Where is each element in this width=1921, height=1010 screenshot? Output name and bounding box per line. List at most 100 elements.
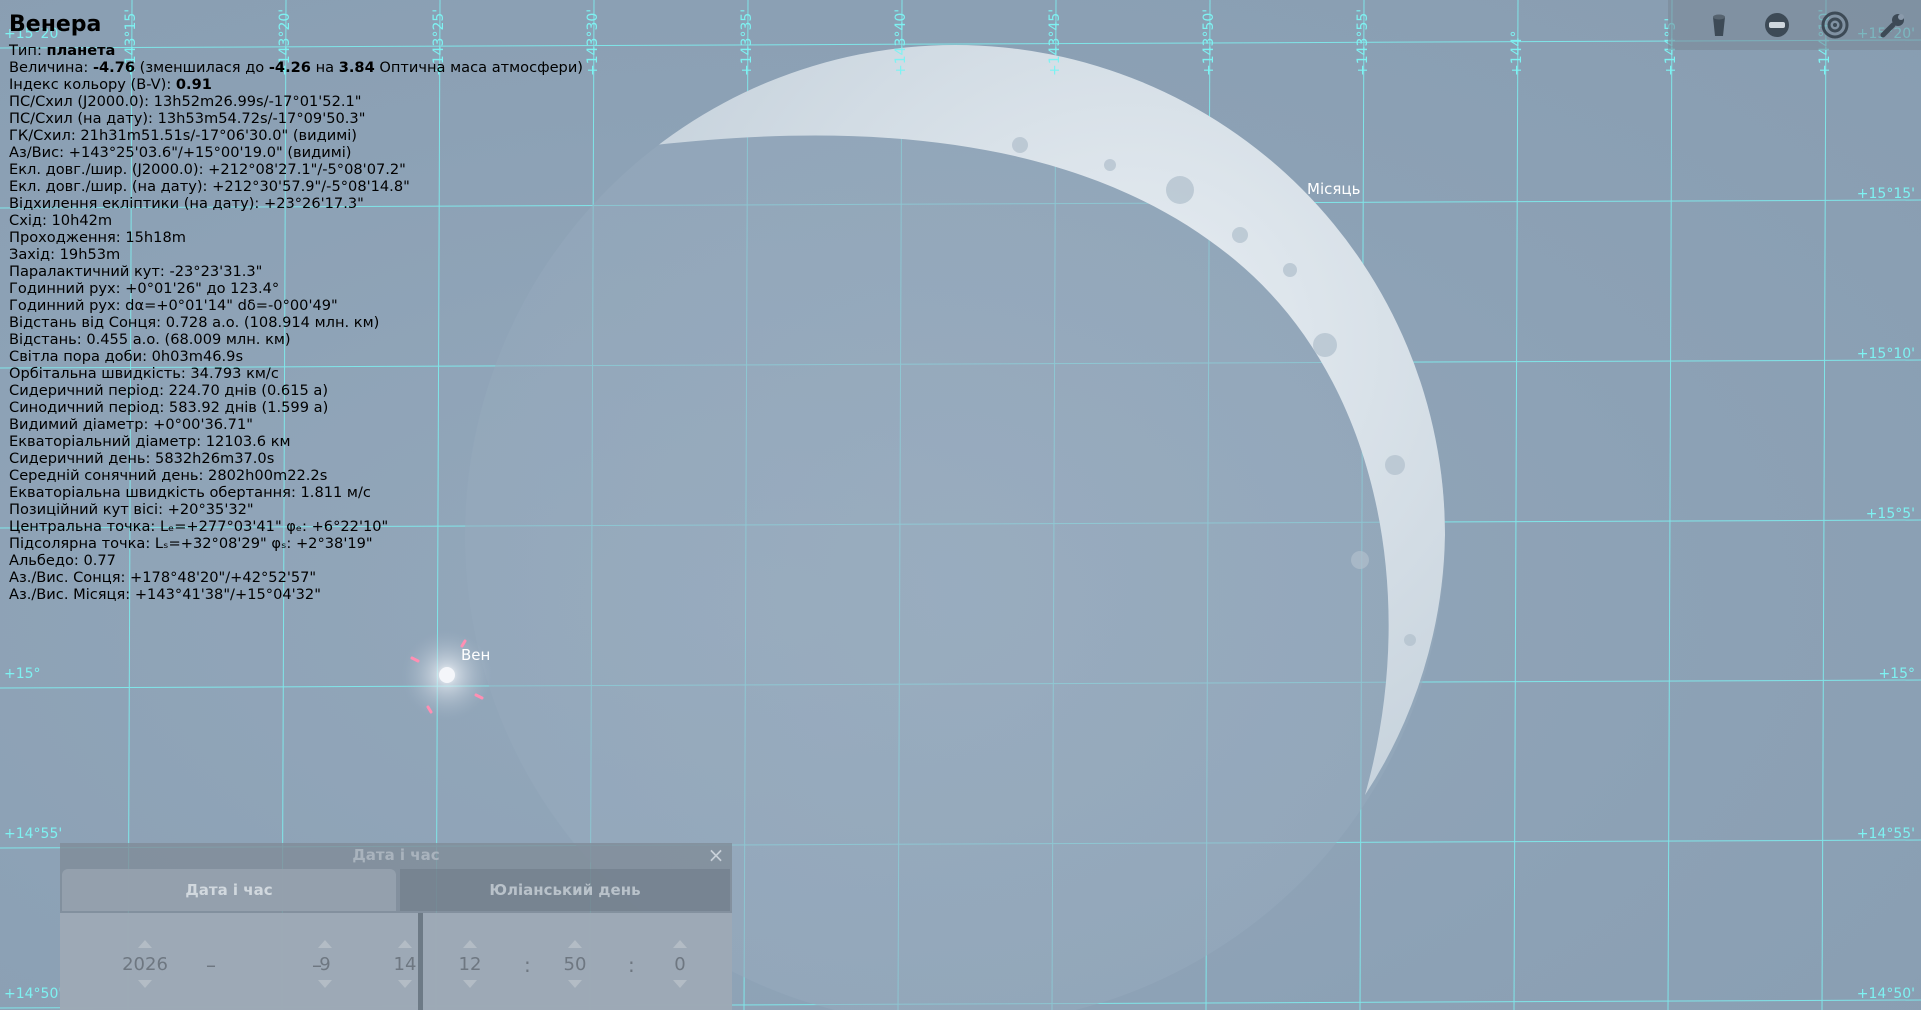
info-line: Аз/Вис: +143°25'03.6"/+15°00'19.0" (види… bbox=[9, 144, 583, 161]
year-increase-icon[interactable] bbox=[138, 940, 152, 948]
info-text: Тип: bbox=[9, 42, 47, 59]
info-line: Екваторіальна швидкість обертання: 1.811… bbox=[9, 484, 583, 501]
info-line: Годинний рух: dα=+0°01'14" dδ=-0°00'49" bbox=[9, 297, 583, 314]
dialog-title[interactable]: Дата і час bbox=[60, 843, 732, 867]
info-text: Годинний рух: dα=+0°01'14" dδ=-0°00'49" bbox=[9, 297, 338, 314]
info-text: Екваторіальна швидкість обертання: 1.811… bbox=[9, 484, 371, 501]
trash-button[interactable] bbox=[1702, 8, 1736, 42]
info-text: Паралактичний кут: -23°23'31.3" bbox=[9, 263, 263, 280]
info-line: Центральна точка: Lₑ=+277°03'41" φₑ: +6°… bbox=[9, 518, 583, 535]
info-text: Схід: 10h42m bbox=[9, 212, 113, 229]
close-icon[interactable]: × bbox=[706, 845, 726, 865]
info-text: Середній сонячний день: 2802h00m22.2s bbox=[9, 467, 328, 484]
minute-increase-icon[interactable] bbox=[568, 940, 582, 948]
stop-button[interactable] bbox=[1760, 8, 1794, 42]
altitude-label: +15° bbox=[4, 666, 41, 682]
year-spinner[interactable]: 2026 bbox=[100, 938, 190, 988]
info-value: -4.26 bbox=[268, 59, 311, 76]
info-line: Позиційний кут вісі: +20°35'32" bbox=[9, 501, 583, 518]
hour-value: 12 bbox=[458, 954, 482, 975]
info-line: Екл. довг./шир. (на дату): +212°30'57.9"… bbox=[9, 178, 583, 195]
altitude-label: +14°50' bbox=[4, 986, 63, 1002]
second-value: 0 bbox=[674, 954, 686, 975]
date-separator: – bbox=[312, 953, 322, 977]
info-text: Видимий діаметр: +0°00'36.71" bbox=[9, 416, 253, 433]
tab-date-time[interactable]: Дата і час bbox=[62, 869, 396, 911]
top-toolbar bbox=[1668, 0, 1921, 50]
time-separator: : bbox=[524, 953, 531, 977]
stop-icon bbox=[1765, 13, 1789, 37]
info-text: Аз/Вис: +143°25'03.6"/+15°00'19.0" (види… bbox=[9, 144, 352, 161]
info-text: Проходження: 15h18m bbox=[9, 229, 186, 246]
minute-value: 50 bbox=[563, 954, 587, 975]
month-spinner[interactable]: 9 bbox=[290, 938, 360, 988]
settings-button[interactable] bbox=[1876, 8, 1910, 42]
info-line: Паралактичний кут: -23°23'31.3" bbox=[9, 263, 583, 280]
month-decrease-icon[interactable] bbox=[318, 980, 332, 988]
info-text: Екваторіальний діаметр: 12103.6 км bbox=[9, 433, 291, 450]
info-value: 0.91 bbox=[175, 76, 212, 93]
info-line: Синодичний період: 583.92 днів (1.599 а) bbox=[9, 399, 583, 416]
tab-julian-day[interactable]: Юліанський день bbox=[400, 869, 730, 911]
info-text: Сидеричний день: 5832h26m37.0s bbox=[9, 450, 275, 467]
info-text: Синодичний період: 583.92 днів (1.599 а) bbox=[9, 399, 329, 416]
info-line: Альбедо: 0.77 bbox=[9, 552, 583, 569]
second-decrease-icon[interactable] bbox=[673, 980, 687, 988]
info-text: Величина: bbox=[9, 59, 93, 76]
wrench-icon bbox=[1880, 14, 1904, 38]
info-line: Світла пора доби: 0h03m46.9s bbox=[9, 348, 583, 365]
info-text: Центральна точка: Lₑ=+277°03'41" φₑ: +6°… bbox=[9, 518, 389, 535]
minute-spinner[interactable]: 50 bbox=[540, 938, 610, 988]
info-line: Аз./Вис. Сонця: +178°48'20"/+42°52'57" bbox=[9, 569, 583, 586]
azimuth-label: +143°45' bbox=[1047, 8, 1063, 76]
hour-increase-icon[interactable] bbox=[463, 940, 477, 948]
info-text: ПС/Схил (J2000.0): 13h52m26.99s/-17°01'5… bbox=[9, 93, 362, 110]
object-info-lines: Тип: планета Величина: -4.76 (зменшилася … bbox=[9, 42, 583, 603]
info-text: Відстань: 0.455 а.о. (68.009 млн. км) bbox=[9, 331, 291, 348]
info-value: -4.76 bbox=[92, 59, 136, 76]
target-button[interactable] bbox=[1818, 8, 1852, 42]
day-increase-icon[interactable] bbox=[398, 940, 412, 948]
info-line: Відстань від Сонця: 0.728 а.о. (108.914 … bbox=[9, 314, 583, 331]
info-text: Підсолярна точка: Lₛ=+32°08'29" φₛ: +2°3… bbox=[9, 535, 373, 552]
hour-spinner[interactable]: 12 bbox=[435, 938, 505, 988]
minute-decrease-icon[interactable] bbox=[568, 980, 582, 988]
info-text: ПС/Схил (на дату): 13h53m54.72s/-17°09'5… bbox=[9, 110, 366, 127]
month-increase-icon[interactable] bbox=[318, 940, 332, 948]
second-spinner[interactable]: 0 bbox=[645, 938, 715, 988]
info-text: Аз./Вис. Місяця: +143°41'38"/+15°04'32" bbox=[9, 586, 321, 603]
info-line: Проходження: 15h18m bbox=[9, 229, 583, 246]
info-line: Аз./Вис. Місяця: +143°41'38"/+15°04'32" bbox=[9, 586, 583, 603]
object-title: Венера bbox=[9, 12, 102, 37]
altitude-label: +14°55' bbox=[1856, 826, 1915, 842]
info-line: Годинний рух: +0°01'26" до 123.4° bbox=[9, 280, 583, 297]
info-text: Екл. довг./шир. (J2000.0): +212°08'27.1"… bbox=[9, 161, 406, 178]
info-text: Індекс кольору (B-V): bbox=[9, 76, 176, 93]
info-line: Екл. довг./шир. (J2000.0): +212°08'27.1"… bbox=[9, 161, 583, 178]
year-decrease-icon[interactable] bbox=[138, 980, 152, 988]
info-text: на bbox=[310, 59, 339, 76]
venus-disk[interactable] bbox=[439, 667, 455, 683]
info-line: Захід: 19h53m bbox=[9, 246, 583, 263]
info-line: Сидеричний день: 5832h26m37.0s bbox=[9, 450, 583, 467]
second-increase-icon[interactable] bbox=[673, 940, 687, 948]
info-text: Позиційний кут вісі: +20°35'32" bbox=[9, 501, 254, 518]
info-line: ПС/Схил (на дату): 13h53m54.72s/-17°09'5… bbox=[9, 110, 583, 127]
year-value: 2026 bbox=[122, 954, 168, 975]
azimuth-label: +143°35' bbox=[739, 8, 755, 76]
azimuth-label: +143°50' bbox=[1201, 8, 1217, 76]
info-text: Відхилення екліптики (на дату): +23°26'1… bbox=[9, 195, 364, 212]
date-time-dialog: Дата і час × Дата і час Юліанський день … bbox=[60, 843, 732, 1010]
date-separator: – bbox=[206, 953, 216, 977]
day-decrease-icon[interactable] bbox=[398, 980, 412, 988]
info-line: Екваторіальний діаметр: 12103.6 км bbox=[9, 433, 583, 450]
hour-decrease-icon[interactable] bbox=[463, 980, 477, 988]
altitude-label: +15°5' bbox=[1865, 506, 1915, 522]
info-line: ПС/Схил (J2000.0): 13h52m26.99s/-17°01'5… bbox=[9, 93, 583, 110]
info-text: Оптична маса атмосфери) bbox=[374, 59, 583, 76]
info-line: Видимий діаметр: +0°00'36.71" bbox=[9, 416, 583, 433]
altitude-label: +14°50' bbox=[1856, 986, 1915, 1002]
info-text: Світла пора доби: 0h03m46.9s bbox=[9, 348, 244, 365]
altitude-label: +15° bbox=[1878, 666, 1915, 682]
day-spinner[interactable]: 14 bbox=[370, 938, 440, 988]
